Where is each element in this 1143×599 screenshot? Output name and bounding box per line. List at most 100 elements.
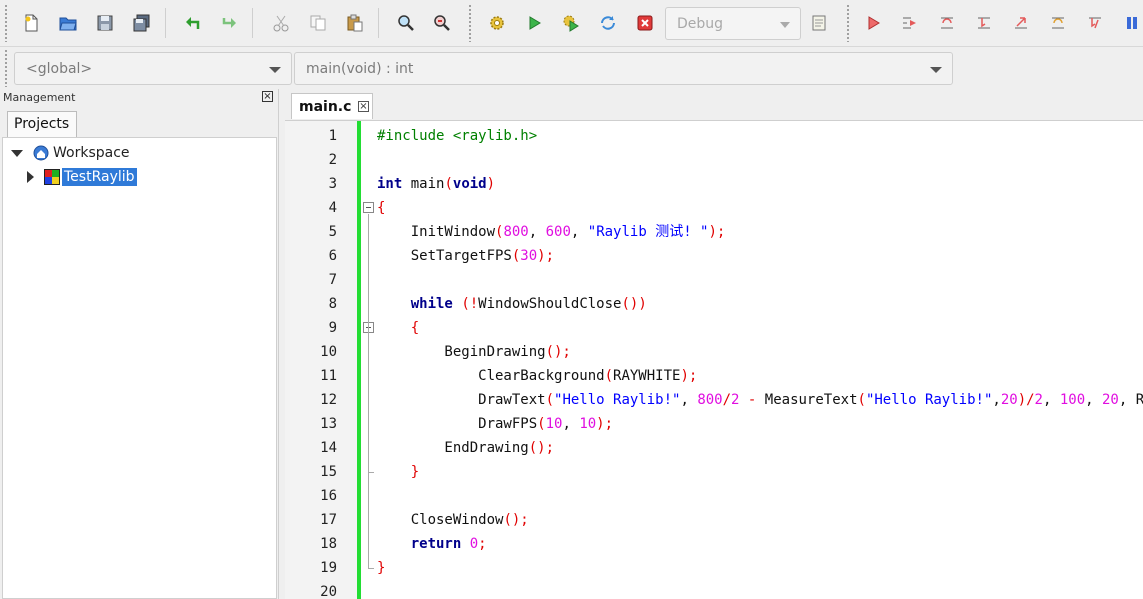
code-token: "Raylib 测试! " [587, 224, 709, 240]
code-token: BeginDrawing [377, 344, 546, 360]
code-line[interactable]: InitWindow(800, 600, "Raylib 测试! "); [377, 220, 726, 244]
code-token: 10 [545, 416, 563, 432]
code-token: (); [545, 344, 571, 360]
toolbar-grip[interactable] [468, 4, 472, 42]
copy-icon[interactable] [305, 10, 331, 36]
code-token: ) [486, 176, 496, 192]
line-number: 3 [328, 176, 337, 192]
code-token: 30 [520, 248, 538, 264]
code-line[interactable]: SetTargetFPS(30); [377, 244, 554, 268]
code-token: 800 [697, 392, 723, 408]
tree-item-project[interactable]: TestRaylib [27, 166, 137, 188]
build-and-run-icon[interactable] [558, 10, 584, 36]
save-all-icon[interactable] [129, 10, 155, 36]
expand-arrow-icon[interactable] [27, 171, 34, 183]
debug-run-to-cursor-icon[interactable] [897, 10, 923, 36]
code-token: { [410, 320, 420, 336]
code-line[interactable]: CloseWindow(); [377, 508, 529, 532]
tree-item-workspace[interactable]: Workspace [11, 142, 130, 164]
run-icon[interactable] [521, 10, 547, 36]
code-token: , [1085, 392, 1102, 408]
paste-icon[interactable] [342, 10, 368, 36]
new-file-icon[interactable] [18, 10, 44, 36]
code-line[interactable]: DrawFPS(10, 10); [377, 412, 613, 436]
redo-icon[interactable] [216, 10, 242, 36]
code-line[interactable]: DrawText("Hello Raylib!", 800/2 - Measur… [377, 388, 1143, 412]
build-target-select[interactable]: Debug [665, 7, 801, 40]
code-token: 0 [469, 536, 479, 552]
code-token: ( [545, 392, 555, 408]
code-token: 600 [545, 224, 571, 240]
code-token: , [528, 224, 546, 240]
toolbar-separator [252, 8, 253, 38]
editor-area: main.c × 1 2 3 4 5 6 7 8 9 10 11 12 13 14 15 16 17 18 19 20… [285, 89, 1143, 599]
code-line[interactable]: ClearBackground(RAYWHITE); [377, 364, 697, 388]
line-number: 20 [320, 584, 337, 599]
save-icon[interactable] [92, 10, 118, 36]
abort-icon[interactable] [632, 10, 658, 36]
chevron-down-icon [930, 67, 942, 73]
code-token: 100 [1059, 392, 1086, 408]
code-line[interactable]: } [377, 460, 419, 484]
code-token: ); [537, 248, 555, 264]
close-icon[interactable]: × [262, 91, 273, 102]
debug-step-out-icon[interactable] [1008, 10, 1034, 36]
management-panel: Management × Projects Workspace TestRayl… [0, 89, 279, 599]
debug-start-icon[interactable] [860, 10, 886, 36]
fold-toggle-icon[interactable] [363, 202, 374, 213]
build-gear-icon[interactable] [484, 10, 510, 36]
find-icon[interactable] [393, 10, 419, 36]
code-token: )/ [1017, 392, 1035, 408]
debug-next-line-icon[interactable] [934, 10, 960, 36]
close-tab-icon[interactable]: × [358, 101, 369, 112]
code-line[interactable]: int main(void) [377, 172, 495, 196]
debug-next-instruction-icon[interactable] [1045, 10, 1071, 36]
code-token: main [402, 176, 445, 192]
toolbar-grip[interactable] [846, 4, 850, 42]
code-token: (); [528, 440, 555, 456]
code-line[interactable]: } [377, 556, 385, 580]
debug-step-into-instruction-icon[interactable] [1082, 10, 1108, 36]
build-options-icon[interactable] [806, 10, 832, 36]
code-token: EndDrawing [377, 440, 529, 456]
code-token: ()) [621, 296, 647, 312]
code-line[interactable]: while (!WindowShouldClose()) [377, 292, 647, 316]
line-number: 13 [320, 416, 337, 432]
rebuild-icon[interactable] [595, 10, 621, 36]
code-token: MeasureText [756, 392, 858, 408]
toolbar-grip[interactable] [4, 4, 8, 42]
code-token: CloseWindow [377, 512, 504, 528]
tab-projects[interactable]: Projects [7, 111, 77, 137]
code-line[interactable]: EndDrawing(); [377, 436, 554, 460]
debug-pause-icon[interactable] [1119, 10, 1143, 36]
fold-end-marker [368, 568, 374, 569]
debug-step-into-icon[interactable] [971, 10, 997, 36]
code-token: int [377, 176, 403, 192]
toolbar-grip[interactable] [4, 49, 8, 87]
code-line[interactable]: BeginDrawing(); [377, 340, 571, 364]
line-number: 16 [320, 488, 337, 504]
code-editor[interactable]: 1 2 3 4 5 6 7 8 9 10 11 12 13 14 15 16 17 18 19 20 #include … [285, 120, 1143, 599]
code-token: { [377, 200, 386, 216]
workspace-label: Workspace [53, 145, 130, 161]
code-line[interactable]: { [377, 316, 419, 340]
code-token: } [377, 560, 386, 576]
code-token: WindowShouldClose [478, 296, 622, 312]
code-line[interactable]: return 0; [377, 532, 487, 556]
code-token: (); [503, 512, 529, 528]
cut-icon[interactable] [268, 10, 294, 36]
project-tree[interactable]: Workspace TestRaylib [2, 137, 277, 599]
scope-select[interactable]: <global> [14, 52, 292, 85]
function-select[interactable]: main(void) : int [294, 52, 953, 85]
code-token: , [562, 416, 580, 432]
code-token: #include <raylib.h> [377, 128, 538, 144]
replace-icon[interactable] [429, 10, 455, 36]
code-token: while [410, 296, 453, 312]
code-line[interactable]: #include <raylib.h> [377, 124, 537, 148]
code-line[interactable]: { [377, 196, 385, 220]
expand-arrow-icon[interactable] [11, 149, 23, 157]
open-file-icon[interactable] [55, 10, 81, 36]
undo-icon[interactable] [180, 10, 206, 36]
tab-main-c[interactable]: main.c × [291, 93, 373, 119]
code-token: ( [444, 176, 453, 192]
